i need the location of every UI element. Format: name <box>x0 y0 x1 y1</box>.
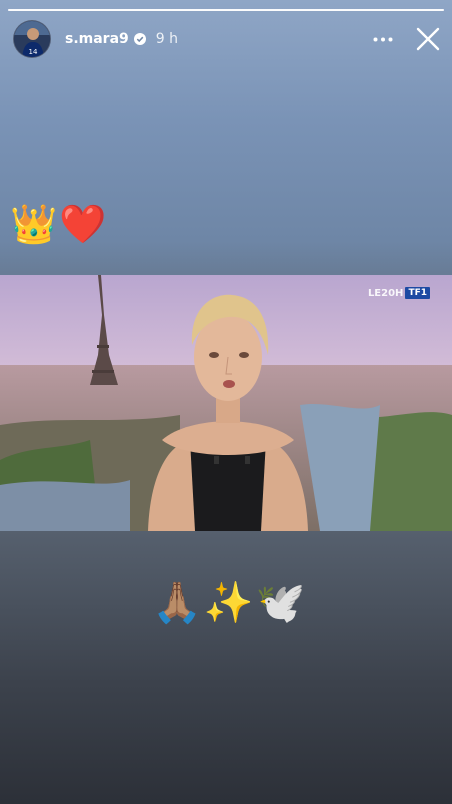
news-broadcast-image <box>0 275 452 531</box>
more-options-icon[interactable] <box>370 29 396 49</box>
video-frame[interactable]: LE20H TF1 <box>0 275 452 531</box>
close-icon[interactable] <box>414 25 442 53</box>
le20h-label: LE20H <box>367 287 404 299</box>
tf1-label: TF1 <box>405 287 430 299</box>
story-header: 14 s.mara9 9 h <box>13 19 442 59</box>
channel-logo: LE20H TF1 <box>368 287 430 299</box>
caption-top: 👑❤️ <box>10 202 109 246</box>
story-progress-fill <box>8 9 444 11</box>
verified-badge-icon <box>133 33 146 45</box>
post-time: 9 h <box>155 31 179 47</box>
username[interactable]: s.mara9 <box>65 31 129 47</box>
avatar[interactable]: 14 <box>13 20 51 58</box>
caption-bottom: 🙏🏽✨🕊️ <box>152 580 308 626</box>
svg-text:14: 14 <box>29 48 38 56</box>
story-progress-bar <box>8 9 444 11</box>
